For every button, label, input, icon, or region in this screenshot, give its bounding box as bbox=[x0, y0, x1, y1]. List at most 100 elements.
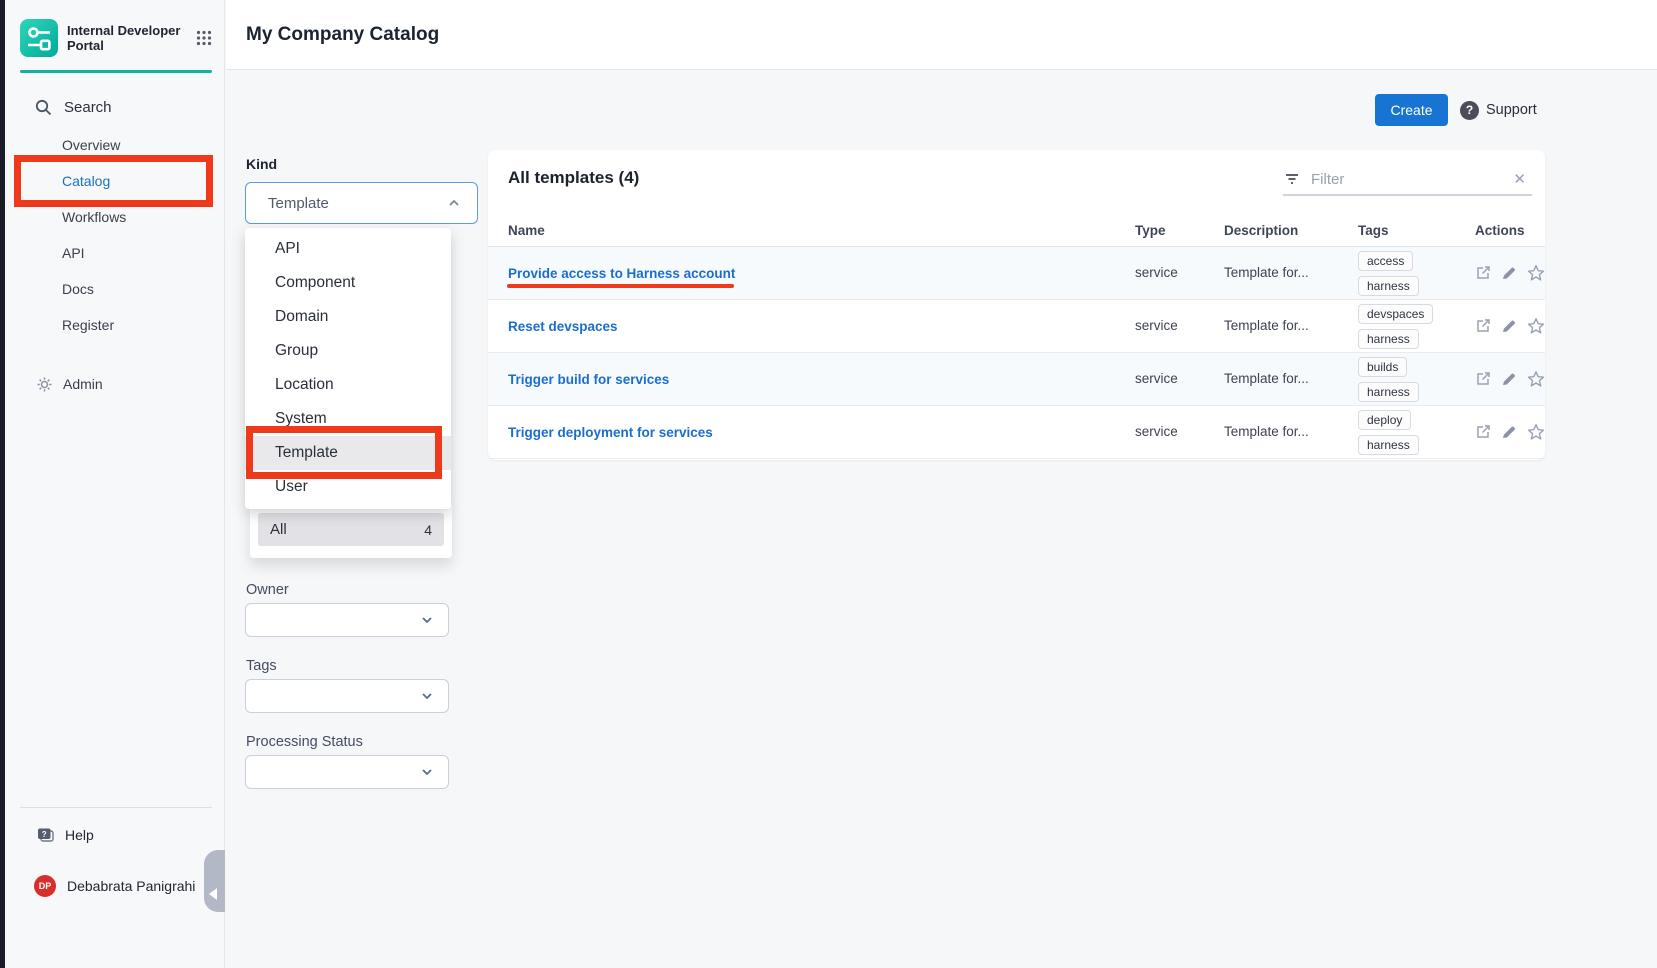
scope-all-count: 4 bbox=[424, 522, 432, 538]
clear-icon[interactable]: ✕ bbox=[1513, 170, 1526, 188]
apps-grid-icon[interactable] bbox=[196, 30, 212, 46]
kind-option-domain[interactable]: Domain bbox=[245, 300, 451, 334]
cell-name: Trigger build for services bbox=[508, 353, 1135, 405]
help-label: Help bbox=[65, 827, 94, 843]
sidebar-search[interactable]: Search bbox=[5, 92, 225, 122]
description-value: Template for... bbox=[1224, 265, 1309, 280]
admin-label: Admin bbox=[63, 376, 103, 392]
cell-actions bbox=[1475, 370, 1545, 388]
sidebar-item-docs[interactable]: Docs bbox=[5, 271, 225, 307]
table-body: Provide access to Harness account service… bbox=[488, 247, 1545, 459]
cell-tags: buildsharness bbox=[1358, 353, 1475, 405]
star-icon[interactable] bbox=[1527, 370, 1545, 388]
sidebar-item-label: API bbox=[62, 245, 85, 261]
sidebar-item-admin[interactable]: Admin bbox=[5, 368, 225, 400]
column-header-name: Name bbox=[508, 214, 1135, 246]
open-in-new-icon[interactable] bbox=[1475, 318, 1491, 334]
templates-card: All templates (4) ✕ NameTypeDescriptionT… bbox=[488, 150, 1545, 460]
sidebar-item-workflows[interactable]: Workflows bbox=[5, 199, 225, 235]
processing-status-label: Processing Status bbox=[246, 734, 363, 750]
description-value: Template for... bbox=[1224, 424, 1309, 439]
user-menu[interactable]: DP Debabrata Panigrahi bbox=[5, 872, 225, 900]
edit-icon[interactable] bbox=[1501, 318, 1517, 334]
edit-icon[interactable] bbox=[1501, 424, 1517, 440]
tag-chip: harness bbox=[1358, 329, 1419, 349]
search-icon bbox=[35, 99, 52, 116]
template-link[interactable]: Provide access to Harness account bbox=[508, 266, 735, 281]
sidebar-item-label: Overview bbox=[62, 137, 120, 153]
cell-actions bbox=[1475, 423, 1545, 441]
kind-option-group[interactable]: Group bbox=[245, 334, 451, 368]
sidebar-item-label: Register bbox=[62, 317, 114, 333]
cell-description: Template for... bbox=[1224, 423, 1358, 441]
search-label: Search bbox=[64, 99, 112, 116]
star-icon[interactable] bbox=[1527, 317, 1545, 335]
filter-icon bbox=[1283, 170, 1301, 188]
kind-option-location[interactable]: Location bbox=[245, 368, 451, 402]
table-row: Reset devspacesserviceTemplate for...dev… bbox=[488, 300, 1545, 353]
sidebar: Internal Developer Portal Search Overvie… bbox=[5, 0, 225, 968]
open-in-new-icon[interactable] bbox=[1475, 265, 1491, 281]
template-link[interactable]: Reset devspaces bbox=[508, 319, 618, 334]
tag-chip: harness bbox=[1358, 382, 1419, 402]
question-circle-icon: ? bbox=[1460, 101, 1479, 120]
kind-option-api[interactable]: API bbox=[245, 232, 451, 266]
user-name: Debabrata Panigrahi bbox=[67, 878, 195, 894]
cell-type: service bbox=[1135, 264, 1224, 282]
kind-option-template[interactable]: Template bbox=[245, 436, 451, 470]
table-header: NameTypeDescriptionTagsActions bbox=[488, 214, 1545, 247]
cell-description: Template for... bbox=[1224, 264, 1358, 282]
brand-divider bbox=[20, 70, 212, 73]
tag-chip: access bbox=[1358, 251, 1413, 271]
sidebar-item-catalog[interactable]: Catalog bbox=[5, 163, 225, 199]
cell-name: Trigger deployment for services bbox=[508, 406, 1135, 458]
templates-title: All templates (4) bbox=[508, 168, 639, 188]
cell-tags: devspacesharness bbox=[1358, 300, 1475, 352]
tags-select[interactable] bbox=[245, 679, 449, 713]
support-button[interactable]: ? Support bbox=[1460, 100, 1537, 120]
type-value: service bbox=[1135, 265, 1178, 280]
kind-option-system[interactable]: System bbox=[245, 402, 451, 436]
template-link[interactable]: Trigger deployment for services bbox=[508, 425, 713, 440]
table-row: Trigger deployment for services service Te… bbox=[488, 406, 1545, 459]
template-link[interactable]: Trigger build for services bbox=[508, 372, 669, 387]
star-icon[interactable] bbox=[1527, 264, 1545, 282]
scope-all-label: All bbox=[270, 521, 424, 538]
create-button[interactable]: Create bbox=[1375, 94, 1448, 126]
idp-logo-icon bbox=[20, 19, 58, 57]
column-header-actions: Actions bbox=[1475, 223, 1545, 238]
sidebar-item-register[interactable]: Register bbox=[5, 307, 225, 343]
column-header-description: Description bbox=[1224, 223, 1358, 238]
chevron-down-icon bbox=[418, 763, 436, 781]
processing-status-select[interactable] bbox=[245, 755, 449, 789]
kind-option-component[interactable]: Component bbox=[245, 266, 451, 300]
chevron-down-icon bbox=[418, 687, 436, 705]
open-in-new-icon[interactable] bbox=[1475, 371, 1491, 387]
type-value: service bbox=[1135, 424, 1178, 439]
open-in-new-icon[interactable] bbox=[1475, 424, 1491, 440]
collapse-sidebar-handle[interactable] bbox=[204, 850, 225, 912]
kind-option-user[interactable]: User bbox=[245, 470, 451, 504]
scope-all-row[interactable]: All 4 bbox=[258, 513, 444, 546]
kind-select[interactable]: Template bbox=[245, 182, 478, 224]
cell-tags: deployharness bbox=[1358, 406, 1475, 458]
owner-select[interactable] bbox=[245, 603, 449, 637]
column-header-tags: Tags bbox=[1358, 214, 1475, 246]
sidebar-item-label: Docs bbox=[62, 281, 94, 297]
sidebar-help[interactable]: ? Help bbox=[5, 821, 225, 849]
cell-type: service bbox=[1135, 423, 1224, 441]
owner-label: Owner bbox=[246, 582, 289, 598]
filter-input[interactable] bbox=[1311, 171, 1513, 188]
sidebar-item-overview[interactable]: Overview bbox=[5, 127, 225, 163]
svg-text:?: ? bbox=[42, 829, 47, 838]
gear-icon bbox=[36, 376, 53, 393]
cell-type: service bbox=[1135, 317, 1224, 335]
star-icon[interactable] bbox=[1527, 423, 1545, 441]
sidebar-item-api[interactable]: API bbox=[5, 235, 225, 271]
cell-tags: accessharness bbox=[1358, 247, 1475, 299]
sidebar-divider bbox=[20, 807, 212, 808]
edit-icon[interactable] bbox=[1501, 371, 1517, 387]
edit-icon[interactable] bbox=[1501, 265, 1517, 281]
page-header: My Company Catalog bbox=[226, 0, 1657, 70]
kind-select-value: Template bbox=[268, 195, 445, 212]
